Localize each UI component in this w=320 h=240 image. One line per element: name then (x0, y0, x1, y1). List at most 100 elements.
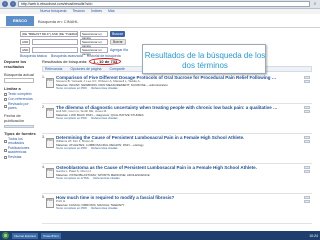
checkbox[interactable] (4, 155, 7, 159)
document-icon: PDF (46, 168, 54, 178)
folder-icon[interactable] (304, 166, 310, 169)
taskbar-item-powerpoint[interactable]: PowerPoint (41, 232, 61, 239)
pdf-link[interactable]: Texto completo en PDF (56, 86, 87, 91)
folder-icon[interactable] (304, 76, 310, 79)
source-magazines[interactable]: Revistas (4, 155, 38, 159)
result-item: 2. PDF The dilemma of diagnostic uncerta… (42, 104, 312, 134)
search-input-3[interactable] (32, 46, 78, 53)
current-search-label[interactable]: Búsqueda actual (4, 72, 38, 77)
result-item: 4. PDF Osteoblastoma as the Cause of Per… (42, 164, 312, 194)
result-number: 2. (42, 105, 45, 109)
site-header: EBSCO Búsqueda en: CINAHL (0, 14, 320, 28)
source-label: Publicaciones académicas (7, 146, 30, 154)
taskbar-item-browser[interactable]: Internet Explorer (12, 232, 39, 239)
limit-full-text[interactable]: Texto completo (4, 92, 38, 96)
result-number: 4. (42, 165, 45, 169)
search-icon[interactable]: ⌕ (312, 1, 318, 7)
result-number: 3. (42, 135, 45, 139)
result-links: Texto completo en PDF Referencias citada… (56, 116, 312, 121)
address-bar[interactable]: http://web.b.ebscohost.com/ehost/results… (18, 1, 310, 7)
field-select-3[interactable]: Seleccionar un campo (80, 46, 108, 56)
result-links: Texto completo en PDF Referencias citada… (56, 146, 312, 151)
result-actions (304, 196, 310, 203)
limit-references[interactable]: Con referencias (4, 97, 38, 101)
pdf-link[interactable]: Texto completo en PDF (56, 206, 87, 211)
field-select[interactable]: Seleccionar un campo (80, 30, 108, 40)
checkbox[interactable] (4, 92, 7, 96)
document-icon: PDF (46, 138, 54, 148)
pdf-link[interactable]: Texto completo en PDF (56, 116, 87, 121)
limit-label: Texto completo (8, 92, 32, 96)
checkbox[interactable] (4, 97, 7, 101)
current-search-box (4, 78, 34, 83)
database-title: Búsqueda en: CINAHL (38, 19, 79, 24)
source-label: Todos los resultados (7, 137, 25, 145)
limit-label: Revisado por pares (7, 102, 29, 110)
system-clock: 10:24 (309, 233, 318, 238)
date-label: Fecha de publicación (4, 113, 25, 123)
folder-icon[interactable] (304, 196, 310, 199)
ebsco-logo[interactable]: EBSCO (6, 16, 34, 26)
search-row-3: AND Seleccionar un campo Agregar fila (20, 46, 150, 56)
back-arrow-icon[interactable]: ‹ (2, 1, 8, 7)
references-link[interactable]: Referencias citadas (91, 116, 117, 121)
page-options[interactable]: Opciones de página (70, 67, 101, 71)
operator-select-3[interactable]: AND (20, 46, 30, 53)
references-link[interactable]: Referencias citadas (93, 176, 119, 181)
result-links: Texto completo en PDF Referencias citada… (56, 206, 312, 211)
source-label: Revistas (8, 155, 22, 159)
search-button[interactable]: Buscar (110, 30, 125, 37)
callout-text: Resultados de la búsqueda de los dos tér… (144, 51, 266, 70)
limit-peer-reviewed[interactable]: Revisado por pares (4, 102, 38, 110)
clear-button[interactable]: Borrar (110, 38, 126, 45)
browser-toolbar: ‹ › http://web.b.ebscohost.com/ehost/res… (0, 0, 320, 9)
document-icon: PDF (46, 198, 54, 208)
references-link[interactable]: Referencias citadas (91, 146, 117, 151)
search-row-1: (DE "BREAST MILK") AND (DE "THERAPEUTIC"… (20, 30, 150, 40)
windows-taskbar: ⊞ Internet Explorer PowerPoint 10:24 (0, 231, 320, 240)
results-list: 1. PDF Comparison of Five Different Dosa… (42, 74, 312, 234)
result-actions (304, 136, 310, 143)
search-input-2[interactable] (32, 38, 78, 45)
result-actions (304, 76, 310, 83)
preview-icon[interactable] (304, 80, 310, 83)
date-slider[interactable] (4, 125, 34, 128)
operator-select[interactable]: AND (20, 38, 30, 45)
references-link[interactable]: Referencias citadas (91, 86, 117, 91)
result-actions (304, 106, 310, 113)
source-academic[interactable]: Publicaciones académicas (4, 146, 38, 154)
checkbox[interactable] (4, 139, 7, 143)
result-item: 3. PDF Determining the Cause of Persiste… (42, 134, 312, 164)
field-select-2[interactable]: Seleccionar un campo (80, 38, 108, 48)
search-input[interactable]: (DE "BREAST MILK") AND (DE "THERAPEUTIC"… (20, 30, 78, 37)
folder-icon[interactable] (304, 106, 310, 109)
preview-icon[interactable] (304, 170, 310, 173)
annotation-callout: Resultados de la búsqueda de los dos tér… (142, 44, 266, 74)
result-item: 1. PDF Comparison of Five Different Dosa… (42, 74, 312, 104)
result-item: 5. PDF How much time is required to modi… (42, 194, 312, 224)
preview-icon[interactable] (304, 140, 310, 143)
preview-icon[interactable] (304, 200, 310, 203)
preview-icon[interactable] (304, 110, 310, 113)
pdf-link[interactable]: Texto completo en PDF (56, 146, 87, 151)
folder-icon[interactable] (304, 136, 310, 139)
document-icon: PDF (46, 78, 54, 88)
result-actions (304, 166, 310, 173)
refine-sidebar: Depurar los resultados Búsqueda actual L… (4, 56, 38, 231)
result-links: Texto completo en HTML Referencias citad… (56, 176, 312, 181)
checkbox[interactable] (4, 104, 7, 108)
windows-start-icon[interactable]: ⊞ (2, 232, 9, 239)
source-all[interactable]: Todos los resultados (4, 137, 38, 145)
share-button[interactable]: Compartir (109, 67, 124, 71)
sort-relevance[interactable]: Relevancia (45, 67, 62, 71)
result-number: 1. (42, 75, 45, 79)
search-form: (DE "BREAST MILK") AND (DE "THERAPEUTIC"… (20, 30, 150, 58)
checkbox[interactable] (4, 148, 7, 152)
references-link[interactable]: Referencias citadas (91, 206, 117, 211)
refine-title: Depurar los resultados (4, 59, 27, 69)
result-links: Texto completo en PDF Referencias citada… (56, 86, 312, 91)
html-link[interactable]: Texto completo en HTML (56, 176, 89, 181)
search-row-2: AND Seleccionar un campo Borrar (20, 38, 150, 48)
add-row-link[interactable]: Agregar fila (110, 48, 128, 52)
forward-arrow-icon[interactable]: › (10, 1, 16, 7)
